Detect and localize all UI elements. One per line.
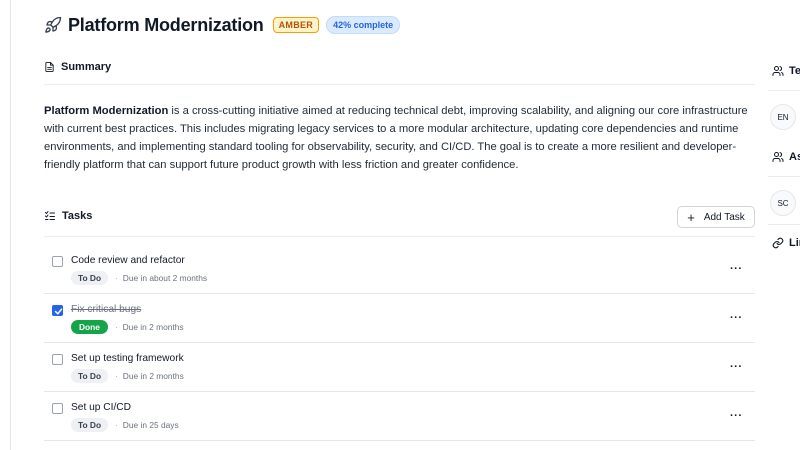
progress-badge: 42% complete: [326, 16, 401, 34]
separator-dot: ·: [115, 420, 118, 430]
add-task-button[interactable]: + Add Task: [677, 206, 755, 228]
task-name[interactable]: Set up testing framework: [71, 353, 184, 364]
status-badge: Done: [71, 320, 108, 334]
task-meta: To Do · Due in 25 days: [71, 418, 179, 432]
task-row[interactable]: Set up testing framework To Do · Due in …: [44, 343, 755, 392]
due-date: Due in 2 months: [122, 322, 184, 332]
due-date: Due in 2 months: [122, 371, 184, 381]
more-options-icon[interactable]: ···: [730, 263, 743, 275]
team-heading-label: Te: [789, 65, 800, 77]
divider: [44, 84, 755, 85]
summary-text: Platform Modernization is a cross-cuttin…: [44, 102, 760, 174]
page-title: Platform Modernization: [68, 14, 264, 35]
separator-dot: ·: [114, 322, 118, 332]
summary-heading-label: Summary: [61, 61, 112, 73]
sidebar-divider: [10, 0, 11, 450]
assignee-heading-label: As: [789, 151, 800, 163]
task-checkbox[interactable]: [52, 354, 63, 365]
checklist-icon: [45, 211, 55, 220]
avatar[interactable]: SC: [770, 190, 796, 216]
status-badge: AMBER: [272, 17, 320, 33]
project-header: Platform Modernization AMBER 42% complet…: [44, 12, 401, 38]
status-badge: To Do: [71, 418, 109, 432]
summary-project-name: Platform Modernization: [44, 105, 169, 117]
due-date: Due in about 2 months: [122, 273, 208, 283]
tasks-heading: Tasks: [44, 210, 92, 222]
task-meta: To Do · Due in 2 months: [71, 369, 184, 383]
task-row[interactable]: Code review and refactor To Do · Due in …: [44, 245, 755, 294]
task-row[interactable]: Set up CI/CD To Do · Due in 25 days ···: [44, 392, 755, 441]
more-options-icon[interactable]: ···: [730, 312, 743, 324]
add-task-label: Add Task: [703, 211, 745, 223]
divider: [768, 90, 800, 91]
more-options-icon[interactable]: ···: [730, 410, 743, 422]
divider: [44, 236, 755, 237]
team-heading: Te: [772, 65, 800, 77]
avatar[interactable]: EN: [770, 104, 796, 130]
task-name[interactable]: Code review and refactor: [71, 255, 185, 266]
status-badge: To Do: [71, 271, 109, 285]
users-icon: [772, 66, 784, 76]
task-checkbox[interactable]: [52, 256, 63, 267]
task-meta: Done · Due in 2 months: [71, 320, 184, 334]
separator-dot: ·: [115, 371, 118, 381]
task-name[interactable]: Set up CI/CD: [71, 402, 131, 413]
task-checkbox-checked[interactable]: [52, 305, 63, 316]
assignee-heading: As: [772, 151, 800, 163]
task-checkbox[interactable]: [52, 403, 63, 414]
rocket-icon: [45, 16, 62, 33]
task-row[interactable]: Fix critical bugs Done · Due in 2 months…: [44, 294, 755, 343]
link-icon: [772, 237, 784, 249]
separator-dot: ·: [115, 273, 118, 283]
more-options-icon[interactable]: ···: [730, 361, 743, 373]
divider: [768, 176, 800, 177]
due-date: Due in 25 days: [122, 420, 179, 430]
links-heading-label: Lin: [789, 237, 800, 249]
document-icon: [45, 61, 54, 73]
plus-icon: +: [687, 209, 695, 225]
divider: [768, 224, 800, 225]
check-icon: [54, 308, 63, 315]
users-icon: [772, 152, 784, 162]
links-heading: Lin: [772, 237, 800, 249]
status-badge: To Do: [71, 369, 109, 383]
tasks-heading-label: Tasks: [62, 210, 93, 222]
task-name[interactable]: Fix critical bugs: [71, 304, 141, 315]
task-meta: To Do · Due in about 2 months: [71, 271, 207, 285]
summary-heading: Summary: [44, 61, 111, 73]
